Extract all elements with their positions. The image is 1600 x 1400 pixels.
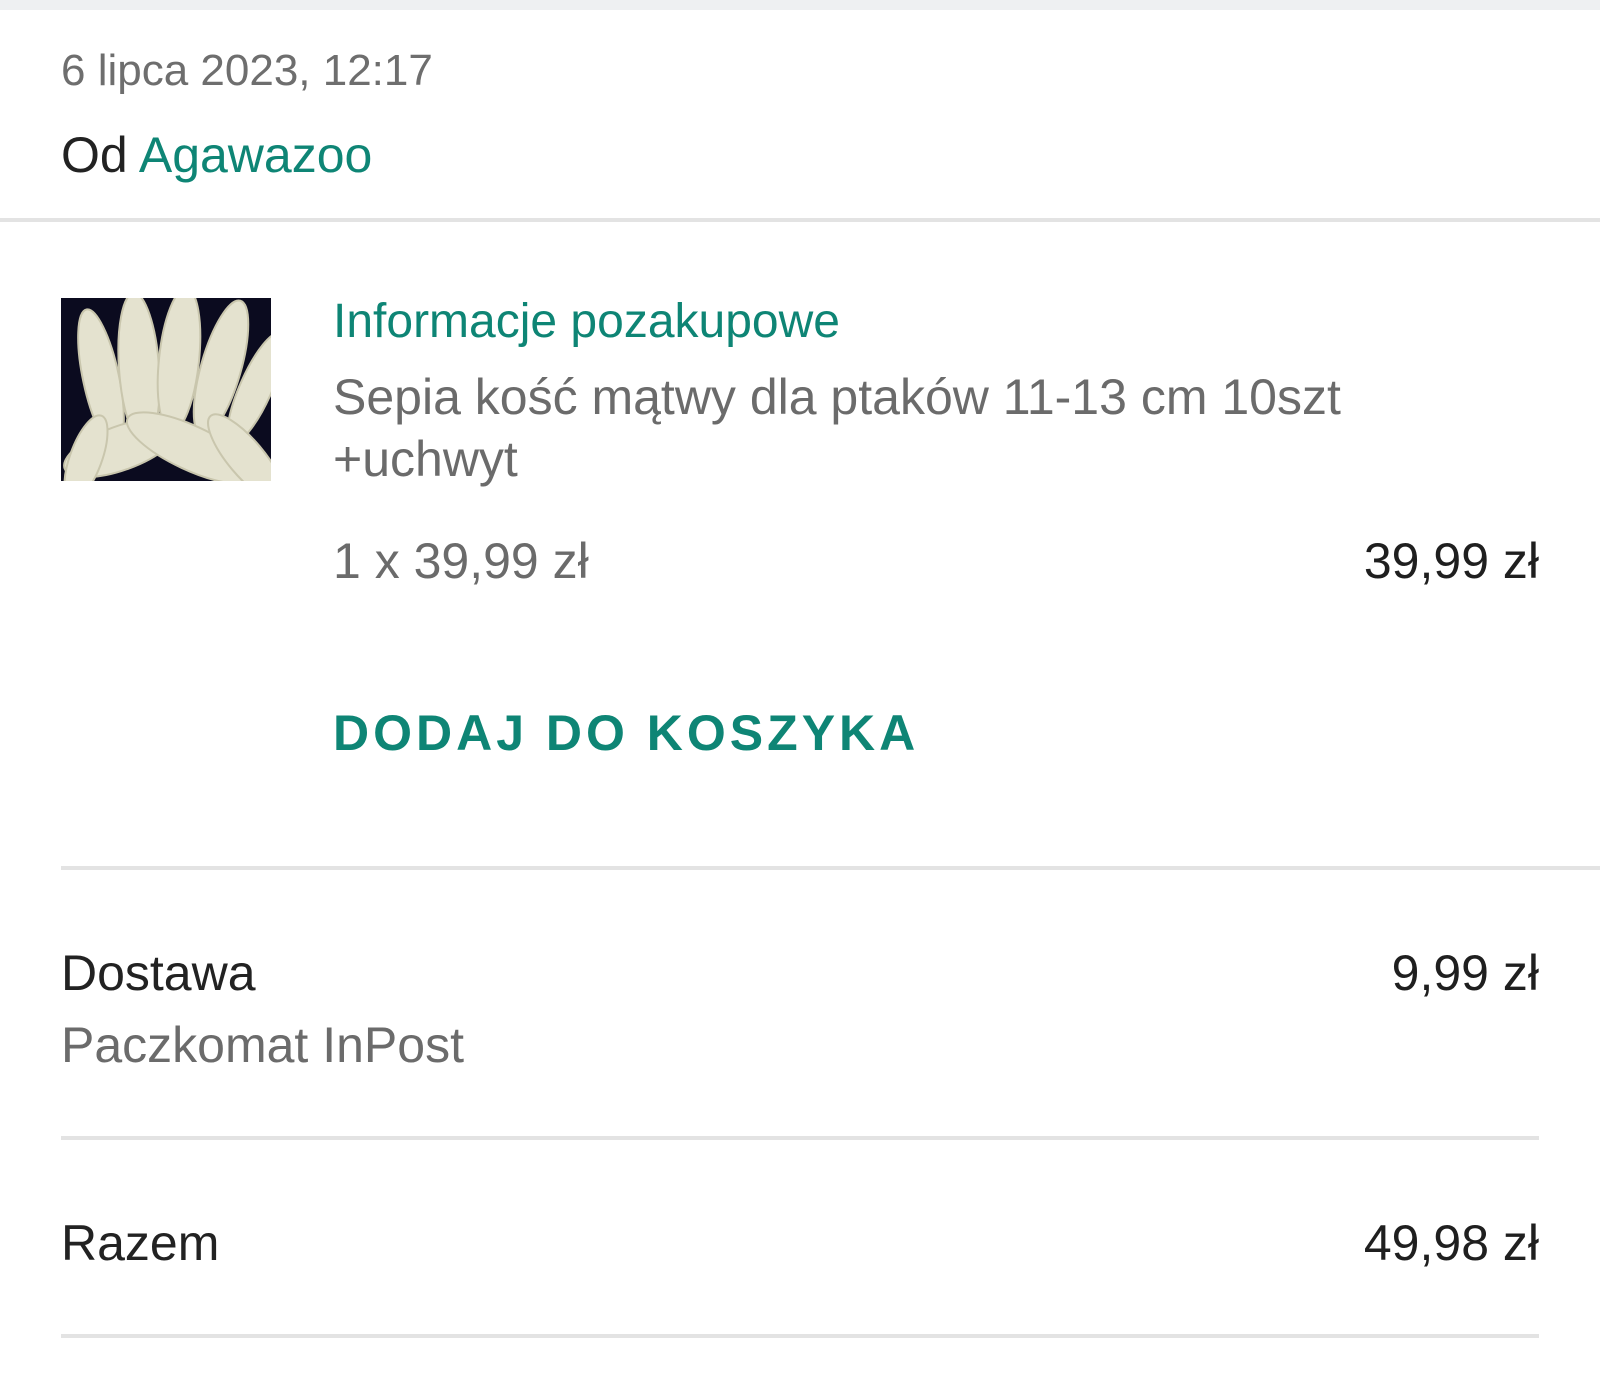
order-date: 6 lipca 2023, 12:17 — [61, 46, 433, 95]
item-divider — [61, 866, 1600, 870]
seller-link[interactable]: Agawazoo — [139, 127, 373, 183]
total-label: Razem — [61, 1215, 220, 1271]
product-thumbnail[interactable] — [61, 298, 271, 481]
top-edge-bar — [0, 0, 1600, 10]
add-to-cart-button[interactable]: DODAJ DO KOSZYKA — [333, 704, 919, 762]
total-value: 49,98 zł — [1363, 1215, 1539, 1271]
delivery-divider — [61, 1136, 1539, 1140]
line-total: 39,99 zł — [1363, 533, 1539, 589]
product-image-icon — [61, 298, 271, 481]
delivery-label: Dostawa — [61, 945, 256, 1001]
quantity-price: 1 x 39,99 zł — [333, 533, 589, 589]
post-purchase-info-link[interactable]: Informacje pozakupowe — [333, 294, 840, 349]
seller-line: Od Agawazoo — [61, 126, 372, 184]
delivery-price: 9,99 zł — [1391, 945, 1539, 1001]
total-divider — [61, 1334, 1539, 1338]
delivery-method: Paczkomat InPost — [61, 1017, 464, 1073]
seller-prefix: Od — [61, 127, 128, 183]
product-title[interactable]: Sepia kość mątwy dla ptaków 11-13 cm 10s… — [333, 366, 1533, 490]
header-divider — [0, 218, 1600, 222]
